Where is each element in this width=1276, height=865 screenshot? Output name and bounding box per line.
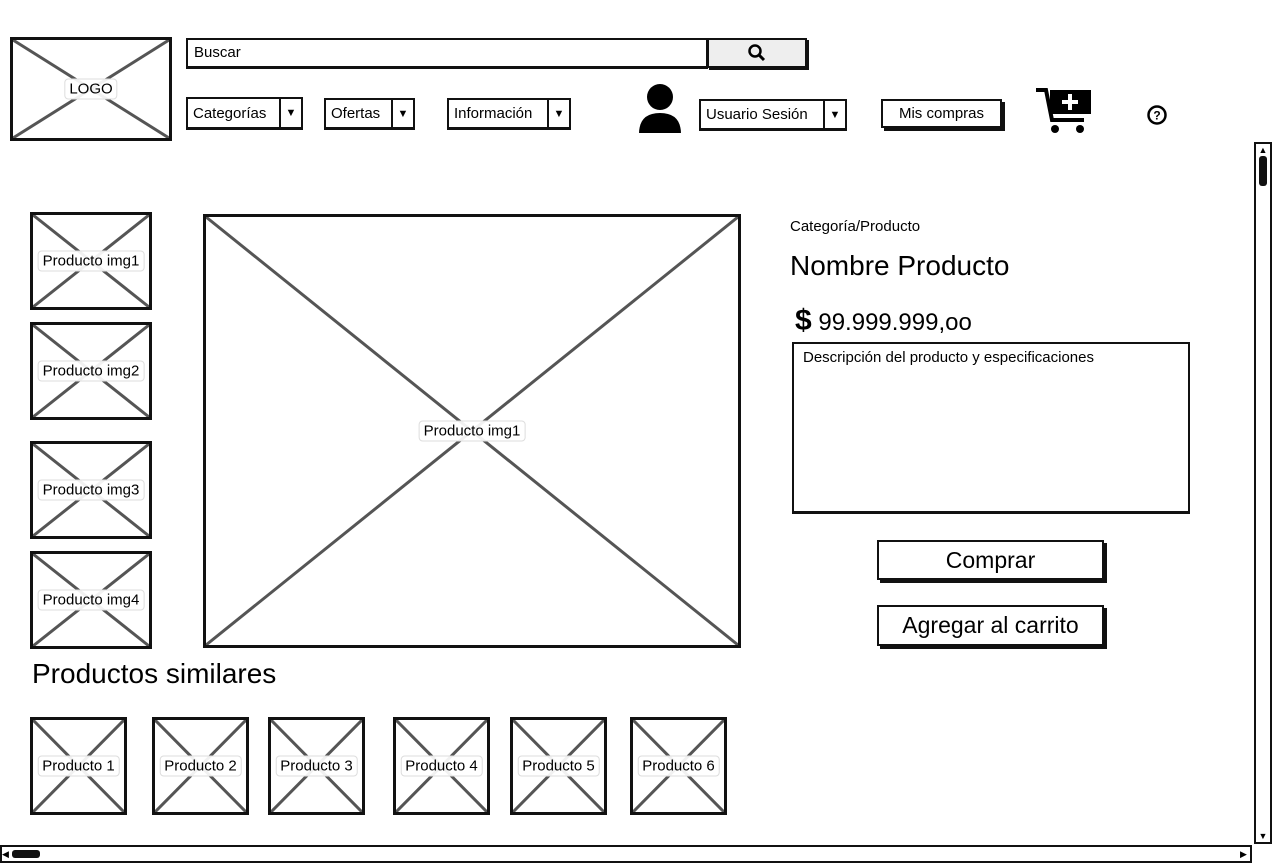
- similar-products-title: Productos similares: [32, 658, 277, 689]
- svg-text:?: ?: [1153, 109, 1160, 123]
- product-thumbnail[interactable]: Producto img1: [30, 212, 152, 310]
- image-label: Producto 4: [400, 755, 483, 777]
- main-product-image: Producto img1: [203, 214, 741, 648]
- add-to-cart-button[interactable]: Agregar al carrito: [877, 605, 1104, 646]
- search-placeholder: Buscar: [194, 44, 241, 61]
- chevron-down-icon: ▼: [391, 100, 413, 127]
- scrollbar-thumb[interactable]: [12, 850, 40, 858]
- search-input[interactable]: Buscar: [186, 38, 708, 69]
- user-icon: [636, 84, 684, 134]
- dropdown-label: Categorías: [193, 104, 267, 122]
- add-to-cart-label: Agregar al carrito: [902, 612, 1079, 638]
- dropdown-label: Usuario Sesión: [706, 106, 808, 123]
- image-label: Producto 1: [37, 755, 120, 777]
- image-label: Producto 5: [517, 755, 600, 777]
- buy-label: Comprar: [945, 546, 1036, 573]
- buy-button[interactable]: Comprar: [877, 540, 1104, 580]
- help-icon[interactable]: ?: [1146, 104, 1168, 126]
- dropdown-categorias[interactable]: Categorías ▼: [186, 97, 303, 130]
- similar-product-card[interactable]: Producto 1: [30, 717, 127, 815]
- dropdown-label: Información: [454, 105, 533, 122]
- similar-product-card[interactable]: Producto 3: [268, 717, 365, 815]
- scroll-down-arrow[interactable]: ▼: [1256, 830, 1270, 842]
- image-label: Producto 3: [275, 755, 358, 777]
- similar-product-card[interactable]: Producto 6: [630, 717, 727, 815]
- product-thumbnail[interactable]: Producto img3: [30, 441, 152, 539]
- product-thumbnail[interactable]: Producto img4: [30, 551, 152, 649]
- scroll-right-arrow[interactable]: ▶: [1240, 847, 1250, 861]
- image-label: Producto img2: [37, 360, 145, 382]
- scroll-up-arrow[interactable]: ▲: [1256, 144, 1270, 156]
- scrollbar-thumb[interactable]: [1259, 156, 1267, 186]
- logo-label: LOGO: [64, 78, 118, 100]
- similar-product-card[interactable]: Producto 5: [510, 717, 607, 815]
- currency-symbol: $: [795, 304, 812, 337]
- similar-product-card[interactable]: Producto 4: [393, 717, 490, 815]
- chevron-down-icon: ▼: [823, 101, 845, 128]
- description-text: Descripción del producto y especificacio…: [803, 349, 1094, 366]
- user-session-dropdown[interactable]: Usuario Sesión ▼: [699, 99, 847, 131]
- search-icon: [748, 44, 766, 62]
- product-name: Nombre Producto: [790, 250, 1010, 281]
- scroll-left-arrow[interactable]: ◀: [2, 847, 10, 861]
- my-purchases-button[interactable]: Mis compras: [881, 99, 1002, 128]
- image-label: Producto img3: [37, 479, 145, 501]
- cart-add-icon[interactable]: [1034, 86, 1094, 136]
- my-purchases-label: Mis compras: [898, 105, 984, 122]
- logo-placeholder: LOGO: [10, 37, 172, 141]
- product-thumbnail[interactable]: Producto img2: [30, 322, 152, 420]
- image-label: Producto 6: [637, 755, 720, 777]
- price-value: 99.999.999,oo: [818, 309, 972, 336]
- breadcrumb[interactable]: Categoría/Producto: [790, 218, 920, 235]
- image-label: Producto 2: [159, 755, 242, 777]
- vertical-scrollbar[interactable]: ▲ ▼: [1254, 142, 1272, 844]
- dropdown-label: Ofertas: [331, 105, 381, 122]
- image-label: Producto img4: [37, 589, 145, 611]
- product-description: Descripción del producto y especificacio…: [792, 342, 1190, 514]
- similar-product-card[interactable]: Producto 2: [152, 717, 249, 815]
- dropdown-ofertas[interactable]: Ofertas ▼: [324, 98, 415, 130]
- dropdown-informacion[interactable]: Información ▼: [447, 98, 571, 130]
- main-image-label: Producto img1: [418, 420, 526, 442]
- chevron-down-icon: ▼: [279, 99, 301, 127]
- image-label: Producto img1: [37, 250, 145, 272]
- chevron-down-icon: ▼: [547, 100, 569, 127]
- search-button[interactable]: [707, 38, 807, 68]
- product-price: $ 99.999.999,oo: [795, 304, 972, 338]
- horizontal-scrollbar[interactable]: ◀ ▶: [0, 845, 1252, 863]
